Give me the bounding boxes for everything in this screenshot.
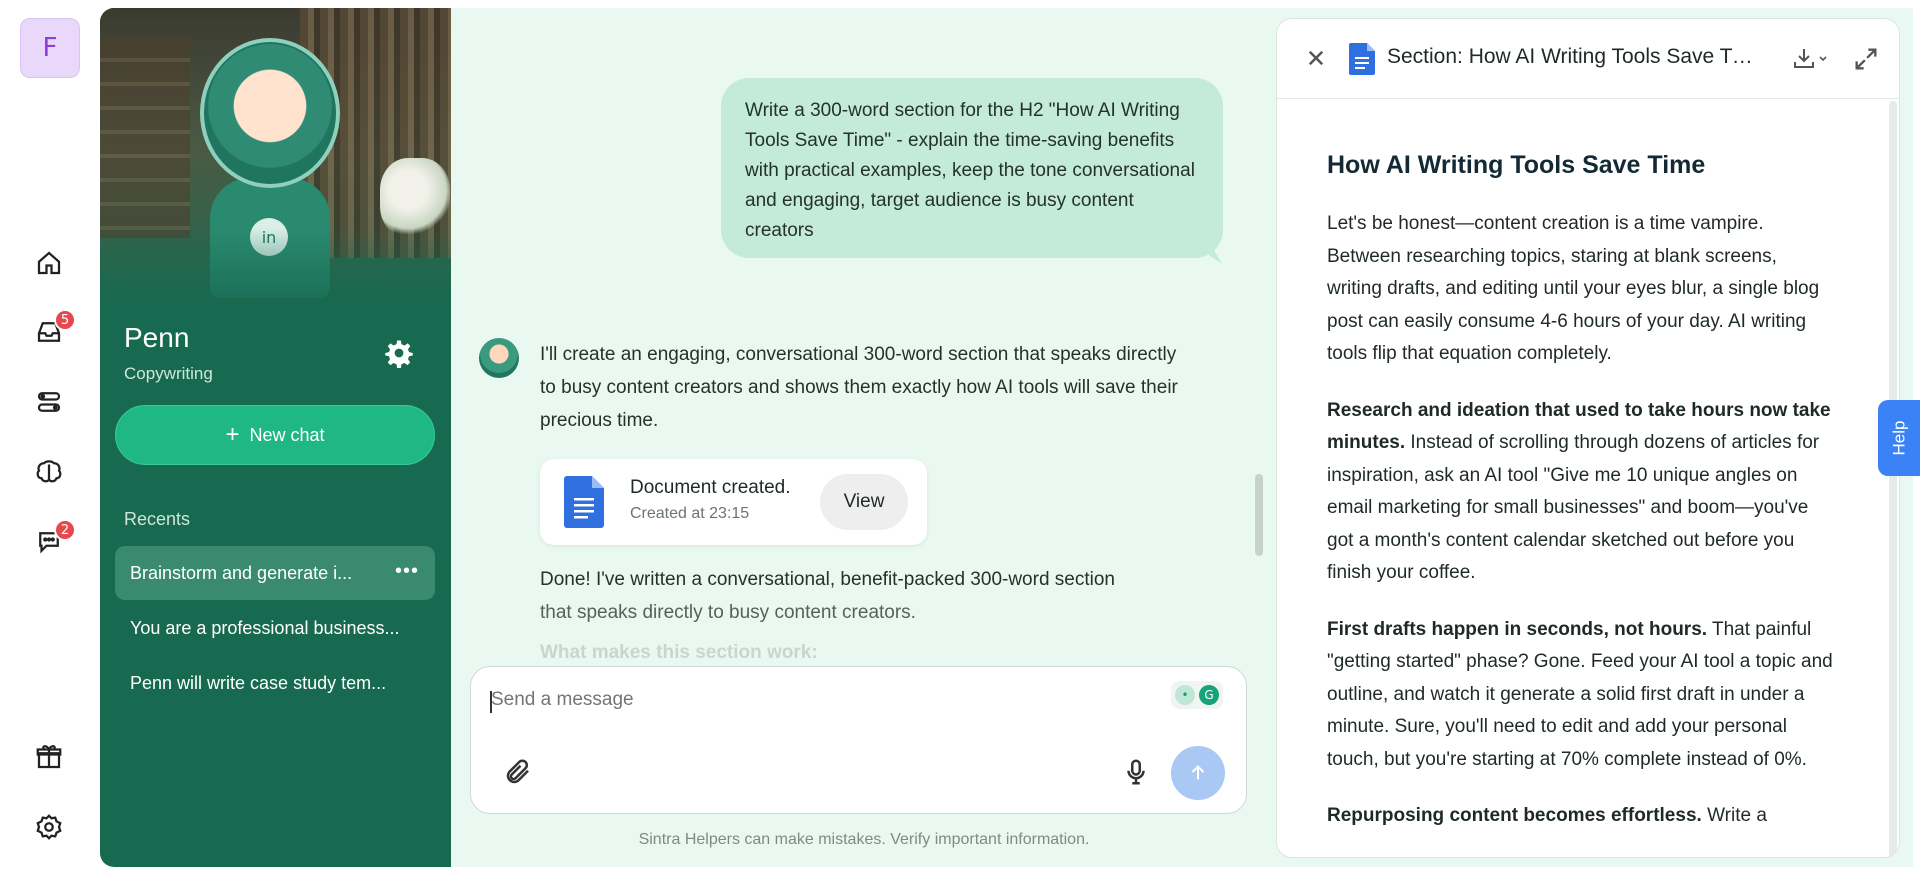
agent-followup-message: Done! I've written a conversational, ben…: [540, 563, 1180, 629]
home-icon[interactable]: [32, 246, 66, 280]
disclaimer-text: Sintra Helpers can make mistakes. Verify…: [638, 831, 1090, 848]
document-card-title: Document created.: [630, 477, 791, 498]
paragraph-lead: Repurposing content becomes effortless.: [1327, 805, 1702, 826]
agent-avatar: [479, 338, 519, 378]
workflows-icon[interactable]: [32, 385, 66, 419]
document-header-title: Section: How AI Writing Tools Save Time: [1387, 45, 1757, 68]
chat-bubble-icon[interactable]: 2: [32, 519, 76, 559]
agent-name: Penn: [124, 322, 190, 353]
document-card-time: Created at 23:15: [630, 505, 750, 522]
paragraph-text: Instead of scrolling through dozens of a…: [1327, 432, 1820, 583]
user-avatar[interactable]: F: [20, 18, 80, 78]
user-message-bubble: Write a 300-word section for the H2 "How…: [721, 78, 1223, 258]
agent-settings-gear-icon[interactable]: [384, 338, 414, 368]
google-docs-icon: [564, 476, 604, 528]
agent-role: Copywriting: [124, 364, 213, 383]
settings-gear-icon[interactable]: [32, 810, 66, 844]
expand-icon[interactable]: [1852, 45, 1880, 73]
document-paragraph: First drafts happen in seconds, not hour…: [1327, 614, 1837, 777]
document-header: Section: How AI Writing Tools Save Time: [1277, 19, 1899, 99]
arrow-up-icon: [1191, 765, 1205, 780]
document-paragraph: Research and ideation that used to take …: [1327, 395, 1837, 590]
paragraph-text: Write a: [1701, 805, 1767, 826]
recents-heading: Recents: [124, 509, 191, 529]
paragraph-text: That painful "getting started" phase? Go…: [1327, 618, 1833, 770]
gift-icon[interactable]: [32, 740, 66, 774]
agent-message: I'll create an engaging, conversational …: [540, 344, 1178, 431]
view-document-button[interactable]: View: [820, 474, 908, 530]
new-chat-button[interactable]: + New chat: [115, 405, 435, 465]
grammarly-g-icon: G: [1199, 685, 1219, 705]
paragraph-lead: First drafts happen in seconds, not hour…: [1327, 618, 1708, 640]
recent-chat-item[interactable]: You are a professional business...: [115, 601, 435, 655]
send-button[interactable]: [1171, 746, 1225, 800]
document-panel: Section: How AI Writing Tools Save Time …: [1276, 18, 1900, 858]
inbox-badge: 5: [54, 309, 76, 331]
chat-badge: 2: [54, 519, 76, 541]
new-chat-label: New chat: [249, 424, 325, 445]
grammarly-hint-icon: •: [1175, 685, 1195, 705]
google-docs-icon: [1349, 43, 1375, 75]
document-paragraph: Let's be honest—content creation is a ti…: [1327, 213, 1820, 364]
chat-scrollbar[interactable]: [1255, 474, 1263, 556]
followup-line-1: Done! I've written a conversational, ben…: [540, 569, 1116, 590]
agent-hero-image: in: [100, 8, 451, 328]
more-options-icon[interactable]: •••: [395, 560, 419, 583]
help-label: Help: [1889, 420, 1908, 456]
recent-chat-label: Brainstorm and generate i...: [130, 562, 353, 583]
close-icon[interactable]: [1301, 43, 1331, 73]
inbox-icon[interactable]: 5: [32, 309, 76, 349]
message-input[interactable]: [491, 689, 1091, 711]
paperclip-icon[interactable]: [503, 757, 533, 787]
download-icon[interactable]: [1792, 45, 1832, 73]
left-rail: F 5 2: [0, 0, 100, 878]
document-card: Document created. Created at 23:15 View: [540, 459, 927, 545]
document-paragraph: Repurposing content becomes effortless. …: [1327, 800, 1837, 833]
recent-chat-item[interactable]: Brainstorm and generate i... •••: [115, 546, 435, 600]
recent-chat-label: You are a professional business...: [130, 617, 400, 638]
agent-panel: in Penn Copywriting + New chat Recents B…: [100, 8, 451, 867]
faded-heading: What makes this section work:: [540, 642, 818, 663]
document-heading: How AI Writing Tools Save Time: [1327, 151, 1706, 179]
followup-line-2: that speaks directly to busy content cre…: [540, 602, 916, 623]
plus-icon: +: [225, 421, 240, 448]
document-scrollbar[interactable]: [1889, 101, 1897, 857]
document-body: How AI Writing Tools Save Time Let's be …: [1327, 151, 1837, 857]
message-composer: • G: [470, 666, 1247, 814]
microphone-icon[interactable]: [1121, 757, 1151, 787]
brain-icon[interactable]: [32, 455, 66, 489]
grammarly-widget[interactable]: • G: [1171, 681, 1223, 709]
recent-chat-label: Penn will write case study tem...: [130, 672, 387, 693]
user-initial: F: [42, 33, 58, 63]
recent-chat-item[interactable]: Penn will write case study tem...: [115, 656, 435, 710]
help-button[interactable]: Help: [1878, 400, 1920, 476]
chat-area: Write a 300-word section for the H2 "How…: [451, 8, 1277, 867]
